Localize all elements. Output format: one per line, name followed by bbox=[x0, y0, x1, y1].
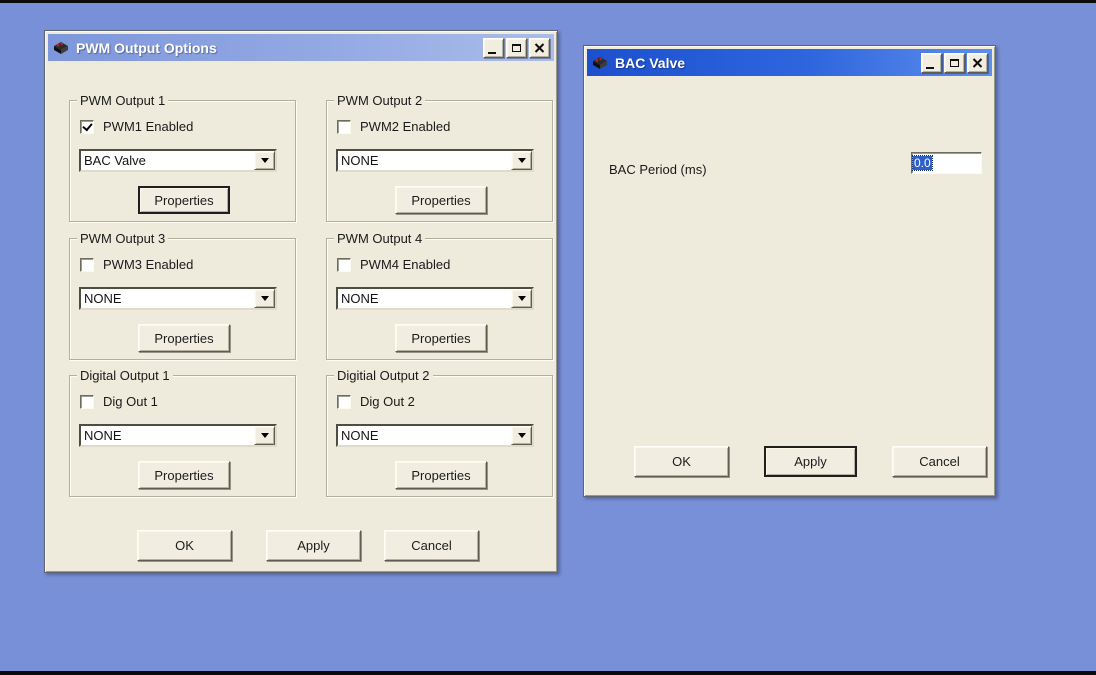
pwm4-enabled-checkbox[interactable] bbox=[337, 258, 351, 272]
ok-button[interactable]: OK bbox=[137, 530, 232, 561]
ok-button[interactable]: OK bbox=[634, 446, 729, 477]
bac-period-input[interactable]: 0.0 bbox=[911, 152, 982, 174]
group-pwm-output-1: PWM Output 1 PWM1 Enabled BAC Valve Prop… bbox=[69, 100, 296, 222]
dig-out-2-select[interactable]: NONE bbox=[336, 424, 534, 447]
screen-edge-top bbox=[0, 0, 1096, 3]
selected-option: NONE bbox=[338, 289, 511, 308]
checkbox-label: Dig Out 1 bbox=[103, 394, 158, 409]
selected-option: NONE bbox=[338, 151, 511, 170]
group-pwm-output-3: PWM Output 3 PWM3 Enabled NONE Propertie… bbox=[69, 238, 296, 360]
chevron-down-icon bbox=[518, 296, 526, 301]
pwm2-output-select[interactable]: NONE bbox=[336, 149, 534, 172]
checkbox-label: PWM3 Enabled bbox=[103, 257, 193, 272]
cancel-button[interactable]: Cancel bbox=[892, 446, 987, 477]
checkbox-label: PWM1 Enabled bbox=[103, 119, 193, 134]
dig-out-1-properties-button[interactable]: Properties bbox=[138, 461, 230, 489]
group-title: PWM Output 1 bbox=[77, 93, 168, 108]
dig-out-1-checkbox[interactable] bbox=[80, 395, 94, 409]
checkbox-label: Dig Out 2 bbox=[360, 394, 415, 409]
pwm4-output-select[interactable]: NONE bbox=[336, 287, 534, 310]
dropdown-button[interactable] bbox=[511, 289, 532, 308]
chevron-down-icon bbox=[261, 158, 269, 163]
checkbox-row: PWM3 Enabled bbox=[80, 257, 193, 272]
titlebar-buttons bbox=[921, 53, 988, 73]
pwm4-properties-button[interactable]: Properties bbox=[395, 324, 487, 352]
maximize-button[interactable] bbox=[944, 53, 965, 73]
bac-window-titlebar[interactable]: BAC Valve bbox=[587, 49, 992, 76]
chevron-down-icon bbox=[261, 296, 269, 301]
checkbox-label: PWM4 Enabled bbox=[360, 257, 450, 272]
pwm-output-options-window: PWM Output Options PWM Output 1 PWM1 Ena… bbox=[44, 30, 558, 573]
checkbox-row: PWM2 Enabled bbox=[337, 119, 450, 134]
desktop: PWM Output Options PWM Output 1 PWM1 Ena… bbox=[0, 0, 1096, 675]
apply-button[interactable]: Apply bbox=[266, 530, 361, 561]
maximize-icon bbox=[512, 44, 521, 52]
dropdown-button[interactable] bbox=[254, 426, 275, 445]
close-icon bbox=[534, 43, 545, 53]
device-icon bbox=[591, 55, 609, 70]
device-icon bbox=[52, 40, 70, 55]
minimize-button[interactable] bbox=[483, 38, 504, 58]
dropdown-button[interactable] bbox=[254, 151, 275, 170]
dig-out-2-checkbox[interactable] bbox=[337, 395, 351, 409]
close-icon bbox=[972, 58, 983, 68]
dig-out-2-properties-button[interactable]: Properties bbox=[395, 461, 487, 489]
checkbox-row: Dig Out 2 bbox=[337, 394, 415, 409]
close-button[interactable] bbox=[529, 38, 550, 58]
checkbox-row: Dig Out 1 bbox=[80, 394, 158, 409]
close-button[interactable] bbox=[967, 53, 988, 73]
screen-edge-bottom bbox=[0, 671, 1096, 675]
checkbox-row: PWM1 Enabled bbox=[80, 119, 193, 134]
group-pwm-output-4: PWM Output 4 PWM4 Enabled NONE Propertie… bbox=[326, 238, 553, 360]
window-title: BAC Valve bbox=[615, 55, 685, 71]
pwm3-enabled-checkbox[interactable] bbox=[80, 258, 94, 272]
group-title: PWM Output 2 bbox=[334, 93, 425, 108]
selected-option: BAC Valve bbox=[81, 151, 254, 170]
pwm2-enabled-checkbox[interactable] bbox=[337, 120, 351, 134]
checkmark-icon bbox=[82, 120, 92, 131]
dropdown-button[interactable] bbox=[511, 426, 532, 445]
pwm1-output-select[interactable]: BAC Valve bbox=[79, 149, 277, 172]
minimize-icon bbox=[926, 67, 934, 69]
group-title: PWM Output 3 bbox=[77, 231, 168, 246]
dig-out-1-select[interactable]: NONE bbox=[79, 424, 277, 447]
checkbox-row: PWM4 Enabled bbox=[337, 257, 450, 272]
cancel-button[interactable]: Cancel bbox=[384, 530, 479, 561]
group-title: PWM Output 4 bbox=[334, 231, 425, 246]
window-title: PWM Output Options bbox=[76, 40, 217, 56]
titlebar-buttons bbox=[483, 38, 550, 58]
bac-valve-window: BAC Valve BAC Period (ms) 0.0 OK Apply C… bbox=[583, 45, 996, 497]
group-digital-output-1: Digital Output 1 Dig Out 1 NONE Properti… bbox=[69, 375, 296, 497]
chevron-down-icon bbox=[518, 158, 526, 163]
maximize-button[interactable] bbox=[506, 38, 527, 58]
pwm1-properties-button[interactable]: Properties bbox=[138, 186, 230, 214]
group-title: Digital Output 1 bbox=[77, 368, 173, 383]
checkbox-label: PWM2 Enabled bbox=[360, 119, 450, 134]
pwm2-properties-button[interactable]: Properties bbox=[395, 186, 487, 214]
pwm3-properties-button[interactable]: Properties bbox=[138, 324, 230, 352]
maximize-icon bbox=[950, 59, 959, 67]
bac-period-label: BAC Period (ms) bbox=[609, 162, 707, 177]
chevron-down-icon bbox=[518, 433, 526, 438]
group-pwm-output-2: PWM Output 2 PWM2 Enabled NONE Propertie… bbox=[326, 100, 553, 222]
group-title: Digitial Output 2 bbox=[334, 368, 433, 383]
apply-button[interactable]: Apply bbox=[764, 446, 857, 477]
selected-option: NONE bbox=[81, 289, 254, 308]
selected-option: NONE bbox=[338, 426, 511, 445]
selected-option: NONE bbox=[81, 426, 254, 445]
minimize-button[interactable] bbox=[921, 53, 942, 73]
group-digital-output-2: Digitial Output 2 Dig Out 2 NONE Propert… bbox=[326, 375, 553, 497]
chevron-down-icon bbox=[261, 433, 269, 438]
selected-text: 0.0 bbox=[913, 156, 932, 170]
minimize-icon bbox=[488, 52, 496, 54]
pwm1-enabled-checkbox[interactable] bbox=[80, 120, 94, 134]
dropdown-button[interactable] bbox=[254, 289, 275, 308]
pwm3-output-select[interactable]: NONE bbox=[79, 287, 277, 310]
dropdown-button[interactable] bbox=[511, 151, 532, 170]
pwm-window-titlebar[interactable]: PWM Output Options bbox=[48, 34, 554, 61]
